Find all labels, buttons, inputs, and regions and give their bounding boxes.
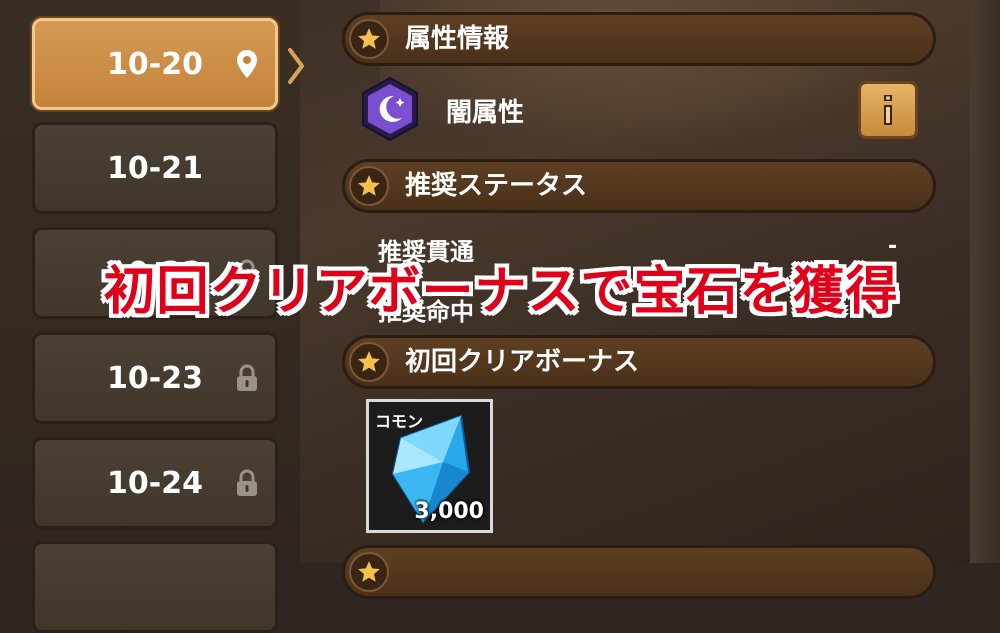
stage-item-10-23[interactable]: 10-23 [32,332,278,424]
reward-item-card[interactable]: コモン 3,000 [366,399,493,533]
section-title: 推奨ステータス [405,171,588,201]
attribute-name: 闇属性 [446,98,525,128]
stage-item-10-24[interactable]: 10-24 [32,437,278,529]
crescent-moon-icon [362,76,418,142]
section-header-attribute: 属性情報 [342,12,936,66]
star-icon [349,166,389,206]
section-header-recommended: 推奨ステータス [342,159,936,213]
stage-item-next[interactable] [32,541,278,633]
padlock-icon [237,469,257,496]
section-title: 初回クリアボーナス [405,347,640,377]
info-button[interactable] [858,81,918,139]
reward-quantity: 3,000 [414,499,484,524]
panel-edge [970,0,1000,563]
info-icon [884,95,892,125]
stage-item-10-20[interactable]: 10-20 [32,18,278,110]
section-title: 属性情報 [405,24,510,54]
section-header-first-clear: 初回クリアボーナス [342,335,936,389]
star-icon [349,19,389,59]
stage-label: 10-21 [107,150,203,186]
stage-item-10-21[interactable]: 10-21 [32,122,278,214]
padlock-icon [237,364,257,391]
reward-rarity: コモン [375,412,424,431]
chevron-right-icon [288,48,304,84]
star-icon [349,552,389,592]
section-header-next [342,545,936,599]
overlay-caption: 初回クリアボーナスで宝石を獲得 [103,262,899,322]
star-icon [349,342,389,382]
location-pin-icon [237,50,257,78]
